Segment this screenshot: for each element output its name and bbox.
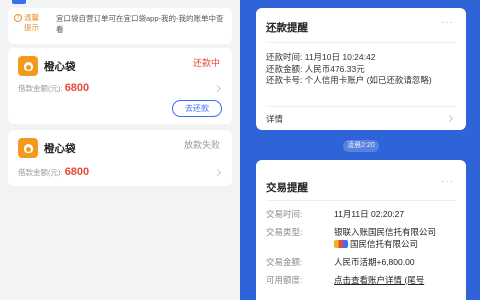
repay-card-number: 还款卡号: 个人信用卡账户 (如已还款请忽略) [266, 75, 432, 85]
repay-time: 还款时间: 11月10日 10:24:42 [266, 52, 376, 62]
tx-value-line: 国民信托有限公司 [350, 239, 419, 249]
notice-text: 宜口袋自营订单可在宜口袋app-我的-我的账单中查看 [56, 14, 224, 34]
timestamp-pill: 凌晨2:20 [343, 140, 379, 152]
notification-panel: 还款提醒 ··· 还款时间: 11月10日 10:24:42 还款金额: 人民币… [240, 0, 480, 300]
loan-amount: 借款金额(元): 6800 [18, 166, 89, 178]
orange-bag-logo-icon [18, 138, 38, 158]
tx-row: 交易金额: 人民币活期+6,800.00 [266, 256, 461, 268]
chevron-right-icon[interactable] [213, 84, 222, 93]
tx-key: 交易金额: [266, 257, 303, 267]
card-title: 交易提醒 [266, 182, 308, 194]
tx-value-line: 银联入账国民信托有限公司 [334, 227, 437, 237]
loan-product-name: 橙心袋 [44, 143, 76, 155]
tx-value: 人民币活期+6,800.00 [334, 257, 415, 267]
chevron-right-icon[interactable] [213, 168, 222, 177]
more-icon[interactable]: ··· [441, 176, 454, 187]
notice-tag: ! 温馨提示 [14, 13, 50, 33]
repay-details: 还款时间: 11月10日 10:24:42 还款金额: 人民币476.33元 还… [266, 52, 432, 87]
loan-card[interactable]: 橙心袋 放款失败 借款金额(元): 6800 [8, 130, 232, 186]
loan-list-panel: ! 温馨提示 宜口袋自营订单可在宜口袋app-我的-我的账单中查看 橙心袋 还款… [0, 0, 240, 300]
notice-tag-label: 温馨提示 [24, 13, 39, 32]
tab-indicator [12, 0, 26, 4]
loan-amount-label: 借款金额(元): [18, 168, 63, 177]
tx-key: 可用额度: [266, 275, 303, 285]
loan-amount-value: 6800 [64, 166, 90, 178]
scribble-icon [334, 240, 348, 248]
account-detail-link[interactable]: 点击查看账户详情 (尾号 [334, 274, 461, 286]
loan-amount-label: 借款金额(元): [18, 84, 63, 93]
chevron-right-icon[interactable] [445, 114, 454, 123]
loan-card[interactable]: 橙心袋 还款中 借款金额(元): 6800 去还款 [8, 48, 232, 124]
tx-key: 交易类型: [266, 227, 303, 237]
tx-key: 交易时间: [266, 209, 303, 219]
transaction-card[interactable]: 交易提醒 ··· 交易时间: 11月11日 02:20:27 交易类型: 银联入… [256, 160, 466, 300]
repay-amount: 还款金额: 人民币476.33元 [266, 63, 365, 74]
repay-reminder-card[interactable]: 还款提醒 ··· 还款时间: 11月10日 10:24:42 还款金额: 人民币… [256, 8, 466, 130]
tx-row: 交易类型: 银联入账国民信托有限公司 国民信托有限公司 [266, 226, 461, 250]
transaction-details: 交易时间: 11月11日 02:20:27 交易类型: 银联入账国民信托有限公司… [266, 208, 461, 292]
tx-value: 11月11日 02:20:27 [334, 209, 405, 219]
orange-bag-logo-icon [18, 56, 38, 76]
tx-value: 银联入账国民信托有限公司 国民信托有限公司 [334, 226, 461, 250]
detail-link[interactable]: 详情 [266, 113, 283, 125]
info-icon: ! [14, 14, 22, 22]
more-icon[interactable]: ··· [441, 17, 454, 28]
tx-row: 可用额度: 点击查看账户详情 (尾号 [266, 274, 461, 286]
notice-banner: ! 温馨提示 宜口袋自营订单可在宜口袋app-我的-我的账单中查看 [8, 8, 232, 44]
loan-status-badge: 还款中 [192, 58, 220, 68]
card-title: 还款提醒 [266, 22, 308, 34]
divider [266, 42, 456, 43]
tx-row: 交易时间: 11月11日 02:20:27 [266, 208, 461, 220]
loan-amount: 借款金额(元): 6800 [18, 82, 89, 94]
loan-product-name: 橙心袋 [44, 61, 76, 73]
loan-amount-value: 6800 [64, 82, 90, 94]
divider [266, 200, 456, 201]
repay-button[interactable]: 去还款 [172, 100, 222, 117]
loan-status-badge: 放款失败 [183, 140, 220, 150]
divider [266, 106, 456, 107]
